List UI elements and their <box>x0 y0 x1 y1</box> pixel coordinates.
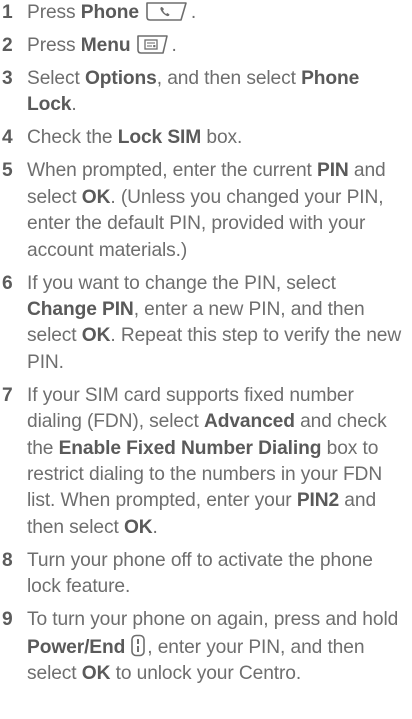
step-item: 7 If your SIM card supports fixed number … <box>0 383 412 541</box>
text-run: to unlock your Centro. <box>110 663 302 685</box>
bold-term: Lock SIM <box>117 127 202 149</box>
power-end-key-icon <box>130 634 146 657</box>
step-number: 9 <box>2 609 13 631</box>
text-run: box. <box>201 127 243 149</box>
bold-term: OK <box>81 186 111 208</box>
bold-term: OK <box>123 516 153 538</box>
bold-term: Menu <box>80 35 131 56</box>
step-item: 4 Check the Lock SIM box. <box>0 125 412 151</box>
text-run: . <box>171 35 177 56</box>
bold-term: PIN <box>317 160 349 182</box>
text-run: , and then select <box>156 68 302 89</box>
step-text: When prompted, enter the current PIN and… <box>27 160 386 260</box>
step-item: 9 To turn your phone on again, press and … <box>0 607 412 687</box>
bold-term: Phone <box>80 2 139 23</box>
step-text: Select Options, and then select Phone Lo… <box>27 68 359 115</box>
bold-term: Enable Fixed Number Dialing <box>58 437 322 459</box>
step-item: 8 Turn your phone off to activate the pho… <box>0 548 412 601</box>
bold-term: PIN2 <box>296 490 340 512</box>
text-run: To turn your phone on again, press and h… <box>27 609 399 631</box>
step-text: If you want to change the PIN, select Ch… <box>27 273 401 373</box>
bold-term: Options <box>84 68 157 89</box>
bold-term: Change PIN <box>27 299 134 321</box>
step-text: Press Menu. <box>27 35 177 56</box>
step-number: 2 <box>2 35 13 56</box>
step-item: 5 When prompted, enter the current PIN an… <box>0 158 412 264</box>
text-run: Check the <box>27 127 118 149</box>
bold-term: Advanced <box>203 411 295 433</box>
step-number: 5 <box>2 160 13 182</box>
step-item: 2 Press Menu. <box>0 33 412 59</box>
text-run: Press <box>27 35 81 56</box>
step-item: 3 Select Options, and then select Phone L… <box>0 66 412 119</box>
text-run: Turn your phone off to activate the phon… <box>27 549 373 598</box>
text-run: . <box>71 94 77 116</box>
step-number: 1 <box>2 2 13 23</box>
text-run: . <box>152 516 158 538</box>
text-run: When prompted, enter the current <box>27 160 317 182</box>
text-run: . <box>190 2 197 23</box>
text-run: If you want to change the PIN, select <box>27 272 336 294</box>
menu-key-icon <box>135 34 170 55</box>
bold-term: OK <box>81 325 111 347</box>
step-number: 6 <box>2 272 13 294</box>
bold-term: OK <box>81 663 111 685</box>
step-text: Turn your phone off to activate the phon… <box>27 550 373 597</box>
instruction-steps: 1 Press Phone. 2 Press Menu. 3 Select Options… <box>0 0 412 688</box>
step-number: 8 <box>2 549 13 571</box>
phone-key-icon <box>144 1 190 22</box>
step-number: 3 <box>2 68 13 89</box>
step-text: To turn your phone on again, press and h… <box>27 609 398 684</box>
text-run: Press <box>27 2 81 23</box>
step-text: Press Phone. <box>27 2 196 23</box>
bold-term: Power/End <box>27 636 126 658</box>
text-run: Select <box>27 68 85 89</box>
step-number: 7 <box>2 384 13 406</box>
step-text: Check the Lock SIM box. <box>27 127 242 148</box>
step-number: 4 <box>2 127 13 149</box>
step-item: 1 Press Phone. <box>0 0 412 26</box>
step-item: 6 If you want to change the PIN, select C… <box>0 271 412 377</box>
step-text: If your SIM card supports fixed number d… <box>27 385 387 538</box>
